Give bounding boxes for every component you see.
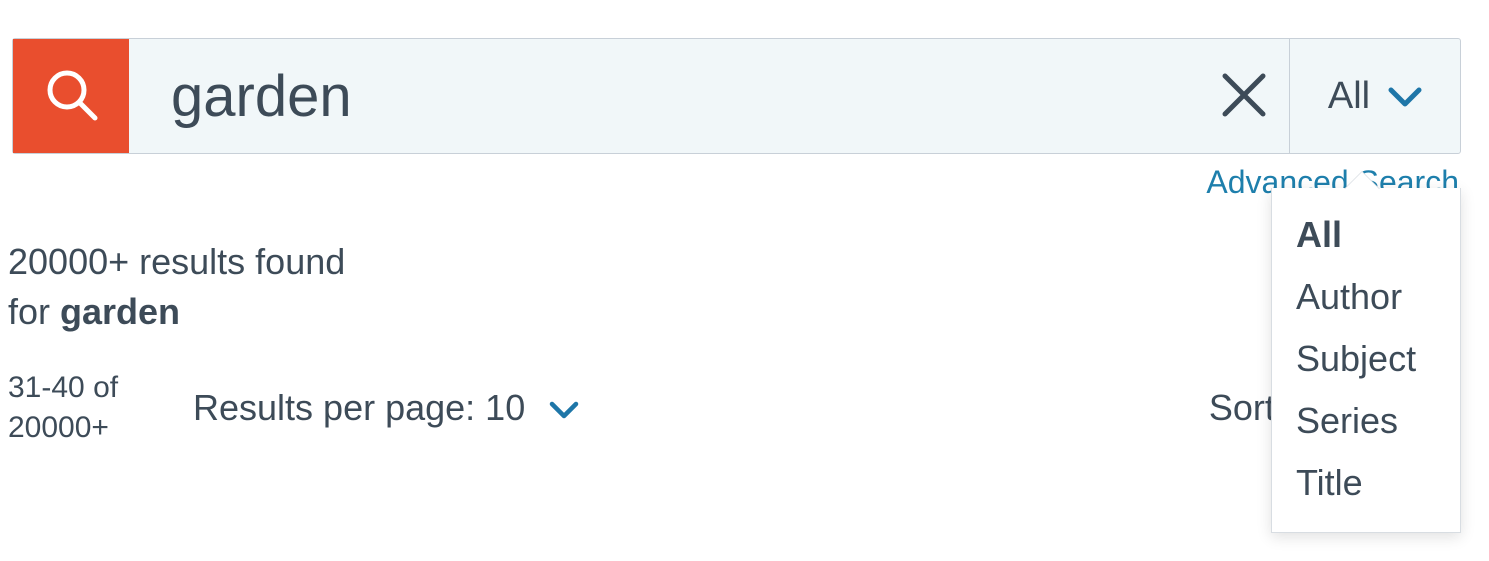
results-count: 20000+ results found — [8, 237, 1489, 287]
filter-option-series[interactable]: Series — [1272, 390, 1460, 452]
results-found-text: 20000+ results found for garden — [8, 237, 1489, 338]
filter-dropdown[interactable]: All — [1290, 39, 1460, 153]
results-for-term: garden — [60, 291, 180, 332]
per-page-value: 10 — [485, 387, 525, 428]
filter-option-title[interactable]: Title — [1272, 452, 1460, 514]
results-range-line2: 20000+ — [8, 408, 193, 449]
filter-option-author[interactable]: Author — [1272, 266, 1460, 328]
filter-selected-label: All — [1328, 75, 1370, 118]
results-for-prefix: for — [8, 291, 60, 332]
chevron-down-icon — [549, 387, 579, 429]
search-input[interactable] — [129, 39, 1199, 153]
search-bar: All — [12, 38, 1461, 154]
close-icon — [1219, 70, 1269, 123]
chevron-down-icon — [1388, 75, 1422, 118]
filter-dropdown-menu: All Author Subject Series Title — [1271, 188, 1461, 533]
clear-button[interactable] — [1199, 39, 1289, 153]
search-icon — [41, 64, 101, 129]
results-controls: 31-40 of 20000+ Results per page: 10 Sor… — [8, 368, 1489, 449]
filter-option-all[interactable]: All — [1272, 204, 1460, 266]
advanced-row: Advanced Search — [0, 154, 1489, 201]
search-button[interactable] — [13, 39, 129, 153]
filter-option-subject[interactable]: Subject — [1272, 328, 1460, 390]
results-range-line1: 31-40 of — [8, 368, 193, 409]
per-page-label: Results per page: — [193, 387, 485, 428]
results-per-page-dropdown[interactable]: Results per page: 10 — [193, 387, 579, 429]
results-area: Save 20000+ results found for garden 31-… — [0, 201, 1489, 449]
results-range: 31-40 of 20000+ — [8, 368, 193, 449]
